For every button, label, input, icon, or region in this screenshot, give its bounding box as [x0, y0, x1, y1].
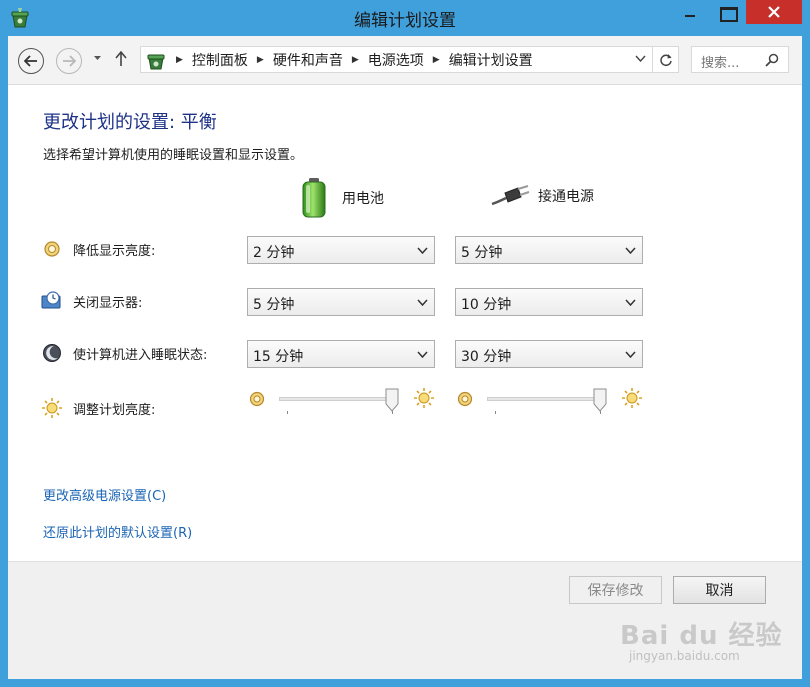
- dim-display-icon: [41, 238, 63, 260]
- page-subtitle: 选择希望计算机使用的睡眠设置和显示设置。: [43, 148, 304, 163]
- chevron-down-icon: [417, 351, 428, 358]
- display-off-battery-select[interactable]: 5 分钟: [247, 288, 435, 316]
- chevron-right-icon[interactable]: ▶: [257, 55, 264, 65]
- brightness-low-icon: [457, 391, 473, 407]
- search-input[interactable]: 搜索...: [691, 46, 789, 73]
- row-label-display-off: 关闭显示器:: [73, 295, 143, 311]
- dim-display-plugged-select[interactable]: 5 分钟: [455, 236, 643, 264]
- chevron-down-icon[interactable]: [635, 55, 646, 62]
- control-panel-icon: [147, 54, 165, 69]
- dim-display-battery-value: 2 分钟: [253, 245, 295, 261]
- content-pane: 更改计划的设置: 平衡 选择希望计算机使用的睡眠设置和显示设置。 用电池 接通电…: [8, 85, 802, 561]
- slider-thumb[interactable]: [385, 388, 399, 412]
- slider-track[interactable]: [487, 397, 603, 401]
- power-plug-icon: [491, 185, 530, 206]
- sleep-plugged-value: 30 分钟: [461, 349, 512, 365]
- brightness-high-icon: [622, 388, 642, 408]
- row-display-off: 关闭显示器:: [41, 290, 142, 312]
- slider-tick: [287, 411, 288, 414]
- column-label-battery: 用电池: [342, 191, 384, 207]
- slider-tick: [392, 411, 393, 414]
- close-button[interactable]: [746, 0, 802, 24]
- sleep-moon-icon: [41, 342, 63, 364]
- display-off-battery-value: 5 分钟: [253, 297, 295, 313]
- row-brightness: 调整计划亮度:: [41, 397, 155, 419]
- close-icon: [768, 6, 780, 18]
- chevron-down-icon: [625, 247, 636, 254]
- chevron-down-icon: [625, 299, 636, 306]
- row-label-dim-display: 降低显示亮度:: [73, 243, 156, 259]
- sleep-battery-value: 15 分钟: [253, 349, 304, 365]
- advanced-power-settings-link[interactable]: 更改高级电源设置(C): [43, 485, 166, 504]
- search-icon: [765, 53, 779, 67]
- slider-tick: [600, 411, 601, 414]
- page-title: 更改计划的设置: 平衡: [43, 112, 217, 133]
- chevron-right-icon: ▶: [176, 54, 183, 65]
- sleep-battery-select[interactable]: 15 分钟: [247, 340, 435, 368]
- breadcrumb-item-power-options[interactable]: 电源选项: [368, 50, 424, 70]
- minimize-button[interactable]: [668, 0, 712, 24]
- row-label-sleep: 使计算机进入睡眠状态:: [73, 347, 208, 363]
- arrow-left-icon: [24, 55, 37, 67]
- dim-display-plugged-value: 5 分钟: [461, 245, 503, 261]
- dim-display-battery-select[interactable]: 2 分钟: [247, 236, 435, 264]
- slider-track[interactable]: [279, 397, 395, 401]
- display-off-plugged-value: 10 分钟: [461, 297, 512, 313]
- brightness-high-icon: [414, 388, 434, 408]
- refresh-button[interactable]: [653, 46, 679, 73]
- app-window: 编辑计划设置 ▶ 控制面板 ▶ 硬件和声音 ▶ 电源选项 ▶ 编辑计划设置 搜索…: [0, 0, 810, 687]
- watermark-logo: Bai du 经验: [620, 621, 783, 651]
- maximize-button[interactable]: [712, 0, 746, 24]
- column-header-battery: 用电池: [300, 177, 384, 219]
- cancel-button[interactable]: 取消: [673, 576, 766, 604]
- chevron-right-icon[interactable]: ▶: [433, 55, 440, 65]
- title-bar: 编辑计划设置: [0, 0, 810, 36]
- brightness-low-icon: [249, 391, 265, 407]
- slider-tick: [495, 411, 496, 414]
- up-arrow-icon[interactable]: [115, 51, 127, 67]
- brightness-sun-icon: [41, 397, 63, 419]
- row-dim-display: 降低显示亮度:: [41, 238, 155, 260]
- chevron-down-icon: [417, 299, 428, 306]
- chevron-down-icon: [625, 351, 636, 358]
- back-button[interactable]: [18, 48, 44, 74]
- brightness-plugged-slider[interactable]: [455, 384, 651, 414]
- column-header-plugged: 接通电源: [490, 184, 594, 208]
- row-sleep: 使计算机进入睡眠状态:: [41, 342, 207, 364]
- breadcrumb-item-edit-plan[interactable]: 编辑计划设置: [449, 50, 533, 70]
- address-toolbar: ▶ 控制面板 ▶ 硬件和声音 ▶ 电源选项 ▶ 编辑计划设置 搜索...: [8, 36, 802, 85]
- breadcrumb-item-hardware-sound[interactable]: 硬件和声音: [273, 50, 343, 70]
- battery-icon: [302, 178, 326, 218]
- display-off-icon: [41, 290, 63, 312]
- sleep-plugged-select[interactable]: 30 分钟: [455, 340, 643, 368]
- save-changes-button[interactable]: 保存修改: [569, 576, 662, 604]
- slider-thumb[interactable]: [593, 388, 607, 412]
- chevron-right-icon[interactable]: ▶: [352, 55, 359, 65]
- watermark-url: jingyan.baidu.com: [629, 649, 740, 663]
- breadcrumb[interactable]: ▶ 控制面板 ▶ 硬件和声音 ▶ 电源选项 ▶ 编辑计划设置: [140, 46, 653, 73]
- chevron-down-icon: [417, 247, 428, 254]
- forward-button[interactable]: [56, 48, 82, 74]
- recent-locations-dropdown-icon[interactable]: [93, 55, 102, 61]
- row-label-brightness: 调整计划亮度:: [73, 402, 156, 418]
- brightness-battery-slider[interactable]: [247, 384, 443, 414]
- footer-bar: 保存修改 取消 Bai du 经验 jingyan.baidu.com: [8, 561, 802, 679]
- restore-defaults-link[interactable]: 还原此计划的默认设置(R): [43, 522, 192, 541]
- column-label-plugged: 接通电源: [538, 189, 594, 205]
- search-placeholder: 搜索...: [701, 56, 740, 71]
- display-off-plugged-select[interactable]: 10 分钟: [455, 288, 643, 316]
- arrow-right-icon: [63, 55, 76, 67]
- refresh-icon: [659, 53, 672, 66]
- breadcrumb-item-control-panel[interactable]: 控制面板: [192, 50, 248, 70]
